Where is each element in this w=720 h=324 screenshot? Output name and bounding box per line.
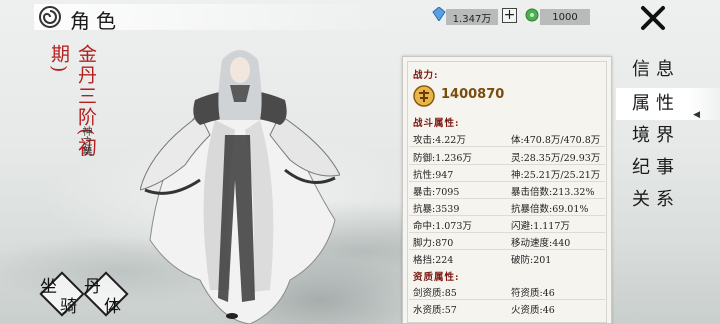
divider [409, 146, 605, 147]
aptitude-section-label: 资质属性: [413, 272, 460, 283]
header: 角色 [0, 0, 400, 34]
body-label-2: 体 [104, 297, 121, 317]
stat-block: 格挡:224 [413, 255, 454, 266]
menu-item-label: 境界 [632, 125, 680, 146]
divider [409, 181, 605, 182]
power-value: 1400870 [441, 87, 505, 102]
gem-currency: 1.347万 [446, 8, 498, 26]
combat-section-label: 战斗属性: [413, 118, 460, 129]
menu-item-relations[interactable]: 关系 [616, 184, 720, 216]
close-icon[interactable] [640, 5, 666, 31]
jade-icon [525, 8, 539, 22]
stat-attack: 攻击:4.22万 [413, 135, 466, 146]
stat-spirit: 灵:28.35万/29.93万 [511, 153, 601, 164]
stat-crit-multiplier: 暴击倍数:213.32% [511, 187, 595, 198]
divider [409, 299, 605, 300]
menu-item-label: 属性 [632, 93, 680, 114]
cloud-swirl-icon [39, 6, 61, 28]
gem-amount: 1.347万 [446, 9, 498, 25]
stat-soul: 神:25.21万/25.21万 [511, 170, 601, 181]
stat-fire-aptitude: 火资质:46 [511, 305, 555, 316]
stat-crit-resist: 抗暴:3539 [413, 204, 460, 215]
stat-crit: 暴击:7095 [413, 187, 460, 198]
stat-armor-break: 破防:201 [511, 255, 552, 266]
menu-item-info[interactable]: 信息 [616, 54, 720, 86]
stat-water-aptitude: 水资质:57 [413, 305, 457, 316]
mount-button[interactable]: 坐 骑 [38, 270, 86, 318]
stat-resistance: 抗性:947 [413, 170, 454, 181]
divider [409, 164, 605, 165]
stat-hit: 命中:1.073万 [413, 221, 472, 232]
cultivation-rank: 金丹三阶(初期) [44, 44, 97, 164]
character-title: 神之舞 [80, 126, 91, 156]
menu-item-label: 信息 [632, 59, 680, 80]
body-label-1: 丹 [84, 277, 101, 297]
stat-footwork: 脚力:870 [413, 238, 454, 249]
menu-item-realm[interactable]: 境界 [616, 120, 720, 152]
menu-item-label: 关系 [632, 189, 680, 210]
mount-label-1: 坐 [40, 277, 57, 297]
stat-crit-resist-multiplier: 抗暴倍数:69.01% [511, 204, 589, 215]
power-seal-icon [413, 85, 435, 107]
stat-dodge: 闪避:1.117万 [511, 221, 570, 232]
stat-defense: 防御:1.236万 [413, 153, 472, 164]
side-menu: 信息 属性 ◀ 境界 纪事 关系 [616, 44, 720, 324]
spirit-stone-icon [432, 7, 446, 21]
menu-item-chronicle[interactable]: 纪事 [616, 152, 720, 184]
mount-label-2: 骑 [60, 297, 77, 317]
stat-sword-aptitude: 剑资质:85 [413, 288, 457, 299]
divider [409, 232, 605, 233]
attributes-panel: 战力: 1400870 战斗属性: 攻击:4.22万 体:470.8万/470.… [402, 56, 612, 324]
stat-move-speed: 移动速度:440 [511, 238, 571, 249]
character-figure [140, 50, 340, 324]
jade-amount: 1000 [540, 9, 590, 25]
pill-body-button[interactable]: 丹 体 [82, 270, 130, 318]
divider [409, 249, 605, 250]
menu-item-attributes[interactable]: 属性 ◀ [616, 88, 720, 120]
stat-body: 体:470.8万/470.8万 [511, 135, 601, 146]
divider [409, 198, 605, 199]
divider [409, 215, 605, 216]
stat-talisman-aptitude: 符资质:46 [511, 288, 555, 299]
power-label: 战力: [413, 70, 439, 81]
page-title: 角色 [70, 9, 122, 33]
jade-currency: 1000 [540, 8, 590, 26]
menu-item-label: 纪事 [632, 157, 680, 178]
add-gem-button[interactable]: + [502, 8, 517, 23]
